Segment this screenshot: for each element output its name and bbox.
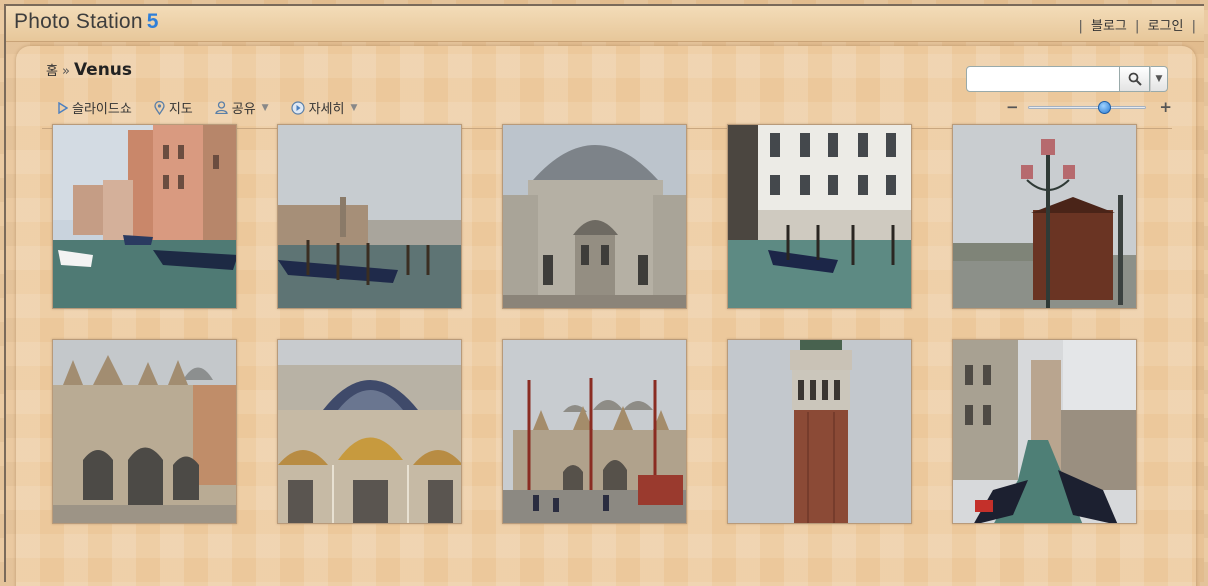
details-label: 자세히	[308, 102, 345, 117]
photo-thumbnail[interactable]	[952, 124, 1137, 309]
map-pin-icon	[154, 100, 165, 115]
link-separator: |	[1135, 19, 1140, 34]
photo-domed-church	[503, 125, 686, 308]
top-bar: Photo Station 5 | 블로그 | 로그인 |	[6, 6, 1204, 42]
link-separator: |	[1191, 19, 1196, 34]
link-separator: |	[1078, 19, 1083, 34]
user-icon	[215, 101, 228, 114]
photo-thumbnail[interactable]	[277, 124, 462, 309]
zoom-track[interactable]	[1028, 106, 1146, 109]
photo-thumbnail[interactable]	[502, 339, 687, 524]
play-icon	[58, 101, 68, 114]
photo-campanile	[728, 340, 911, 523]
photo-palazzo-gondolas	[728, 125, 911, 308]
slideshow-button[interactable]: 슬라이드쇼	[58, 98, 132, 117]
chevron-down-icon: ▼	[350, 102, 358, 113]
map-label: 지도	[168, 102, 193, 117]
photo-thumbnail[interactable]	[52, 124, 237, 309]
photo-thumbnail[interactable]	[952, 339, 1137, 524]
arrow-circle-icon	[290, 100, 305, 115]
logo-version-number: 5	[146, 10, 159, 33]
map-button[interactable]: 지도	[154, 98, 193, 117]
top-links: | 블로그 | 로그인 |	[1074, 15, 1200, 34]
photo-thumbnail[interactable]	[727, 124, 912, 309]
photo-grid	[52, 124, 1137, 524]
zoom-in-button[interactable]: +	[1159, 98, 1172, 116]
search-button[interactable]	[1120, 66, 1150, 92]
logo-text: Photo Station	[14, 10, 143, 33]
zoom-slider: − +	[1006, 98, 1172, 116]
photo-lamp-kiosk	[953, 125, 1136, 308]
blog-link[interactable]: 블로그	[1091, 19, 1127, 34]
photo-canal-buildings	[53, 125, 236, 308]
login-link[interactable]: 로그인	[1148, 19, 1184, 34]
zoom-thumb[interactable]	[1098, 101, 1112, 114]
photo-piazza-basilica	[503, 340, 686, 523]
breadcrumb-home[interactable]: 홈	[46, 60, 58, 79]
search-input[interactable]	[966, 66, 1120, 92]
album-toolbar: 슬라이드쇼 지도 공유 ▼ 자세히 ▼	[58, 98, 357, 117]
app-logo[interactable]: Photo Station 5	[14, 10, 159, 34]
search-icon	[1128, 72, 1142, 86]
chevron-down-icon: ▼	[261, 102, 269, 113]
breadcrumb: 홈 » Venus	[46, 60, 132, 80]
photo-basilica-facade	[53, 340, 236, 523]
photo-basilica-mosaic	[278, 340, 461, 523]
zoom-out-button[interactable]: −	[1006, 98, 1019, 116]
share-label: 공유	[231, 102, 256, 117]
photo-thumbnail[interactable]	[502, 124, 687, 309]
photo-narrow-canal	[953, 340, 1136, 523]
photo-thumbnail[interactable]	[52, 339, 237, 524]
photo-thumbnail[interactable]	[277, 339, 462, 524]
photo-thumbnail[interactable]	[727, 339, 912, 524]
details-button[interactable]: 자세히 ▼	[290, 98, 358, 117]
search-box: ▼	[966, 66, 1170, 92]
share-button[interactable]: 공유 ▼	[215, 98, 269, 117]
search-options-dropdown[interactable]: ▼	[1150, 66, 1168, 92]
photo-grand-canal	[278, 125, 461, 308]
breadcrumb-current-album: Venus	[73, 60, 133, 80]
chevron-down-icon: ▼	[1155, 74, 1163, 84]
breadcrumb-separator: »	[61, 64, 70, 79]
slideshow-label: 슬라이드쇼	[72, 102, 132, 117]
